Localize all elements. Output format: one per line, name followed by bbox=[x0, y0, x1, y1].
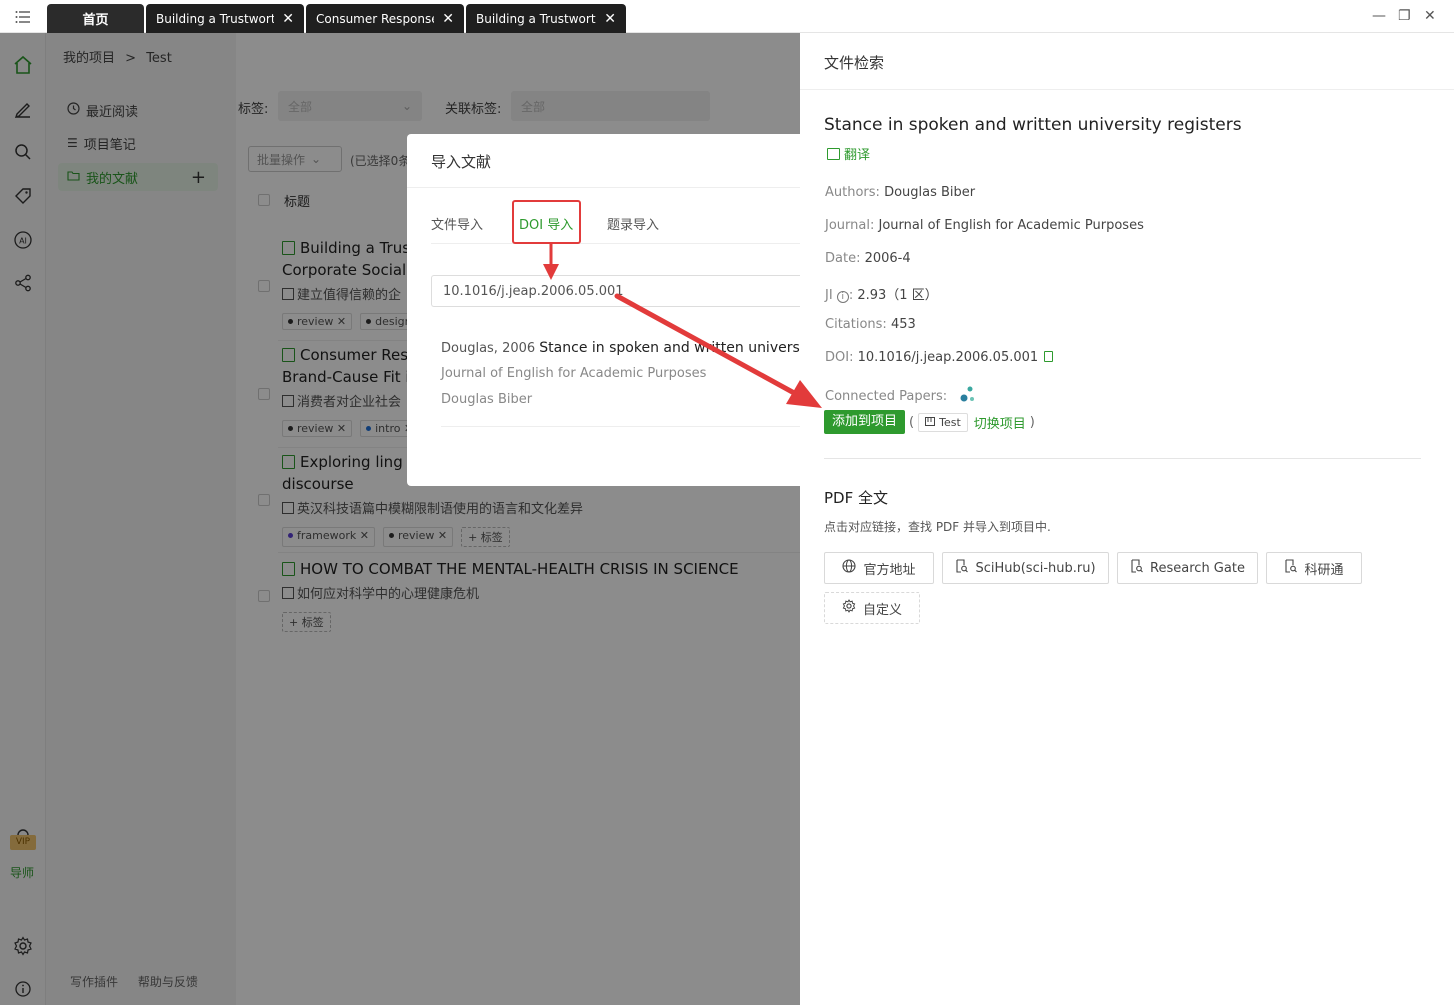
search-result-journal: Journal of English for Academic Purposes bbox=[441, 366, 707, 381]
tab-underline bbox=[431, 243, 800, 244]
tab-document-2[interactable]: Consumer Responses...✕ bbox=[306, 4, 464, 33]
menu-icon[interactable] bbox=[0, 0, 46, 33]
tab-document-1[interactable]: Building a Trustworth...✕ bbox=[146, 4, 304, 33]
meta-date: Date: 2006-4 bbox=[825, 251, 911, 266]
add-to-project-button[interactable]: 添加到项目 bbox=[824, 410, 906, 434]
switch-project-link[interactable]: 切换项目 bbox=[974, 413, 1026, 432]
meta-citations: Citations: 453 bbox=[825, 317, 916, 332]
divider bbox=[800, 89, 1454, 90]
copy-icon[interactable] bbox=[1044, 351, 1054, 362]
meta-connected-papers: Connected Papers: bbox=[825, 386, 975, 408]
search-result-title[interactable]: Douglas, 2006 Stance in spoken and writt… bbox=[441, 340, 800, 356]
tab-document-3[interactable]: Building a Trustworth...✕ bbox=[466, 4, 626, 33]
translate-button[interactable]: 翻译 bbox=[827, 144, 870, 163]
panel-header: 文件检索 bbox=[824, 54, 885, 72]
pdf-section-title: PDF 全文 bbox=[824, 489, 888, 507]
scihub-button[interactable]: SciHub(sci-hub.ru) bbox=[942, 552, 1109, 584]
doc-search-icon bbox=[955, 559, 969, 577]
doc-search-icon bbox=[1130, 559, 1143, 577]
official-source-button[interactable]: 官方地址 bbox=[824, 552, 934, 584]
project-icon bbox=[925, 416, 936, 429]
pdf-section-description: 点击对应链接，查找 PDF 并导入到项目中. bbox=[824, 520, 1051, 534]
doi-input[interactable]: 10.1016/j.jeap.2006.05.001 bbox=[431, 275, 800, 307]
tab-citation-import[interactable]: 题录导入 bbox=[607, 214, 659, 233]
custom-source-button[interactable]: 自定义 bbox=[824, 592, 920, 624]
divider bbox=[407, 187, 800, 188]
globe-icon bbox=[842, 559, 857, 577]
gear-icon bbox=[842, 599, 856, 617]
search-result-author: Douglas Biber bbox=[441, 392, 533, 407]
project-chip: Test bbox=[918, 412, 968, 432]
title-bar: 首页 Building a Trustworth...✕ Consumer Re… bbox=[0, 0, 1454, 33]
annotation-highlight-box bbox=[512, 200, 581, 244]
close-icon[interactable]: ✕ bbox=[282, 11, 294, 27]
meta-authors: Authors: Douglas Biber bbox=[825, 185, 976, 200]
info-icon[interactable]: i bbox=[836, 291, 849, 303]
add-to-project-row: 添加到项目 ( Test 切换项目 ) bbox=[824, 410, 1035, 434]
restore-icon[interactable]: ❐ bbox=[1398, 8, 1411, 24]
research-gate-button[interactable]: Research Gate bbox=[1117, 552, 1258, 584]
divider bbox=[441, 426, 800, 427]
doc-search-icon bbox=[1284, 559, 1298, 577]
divider bbox=[824, 458, 1421, 459]
translate-icon bbox=[827, 147, 840, 160]
import-dialog: 导入文献 文件导入 DOI 导入 题录导入 10.1016/j.jeap.200… bbox=[407, 134, 800, 486]
minimize-icon[interactable]: — bbox=[1372, 8, 1386, 24]
window-close-icon[interactable]: ✕ bbox=[1424, 8, 1436, 24]
dialog-title: 导入文献 bbox=[431, 153, 492, 171]
close-icon[interactable]: ✕ bbox=[442, 11, 454, 27]
close-icon[interactable]: ✕ bbox=[604, 11, 616, 27]
paper-title: Stance in spoken and written university … bbox=[824, 115, 1242, 135]
meta-journal: Journal: Journal of English for Academic… bbox=[825, 218, 1144, 233]
keyantong-button[interactable]: 科研通 bbox=[1266, 552, 1362, 584]
tab-home[interactable]: 首页 bbox=[47, 4, 144, 33]
meta-ji: JI i: 2.93（1 区） bbox=[825, 288, 938, 303]
connected-papers-icon[interactable] bbox=[959, 386, 975, 408]
meta-doi: DOI: 10.1016/j.jeap.2006.05.001 bbox=[825, 350, 1054, 365]
tab-file-import[interactable]: 文件导入 bbox=[431, 214, 483, 233]
